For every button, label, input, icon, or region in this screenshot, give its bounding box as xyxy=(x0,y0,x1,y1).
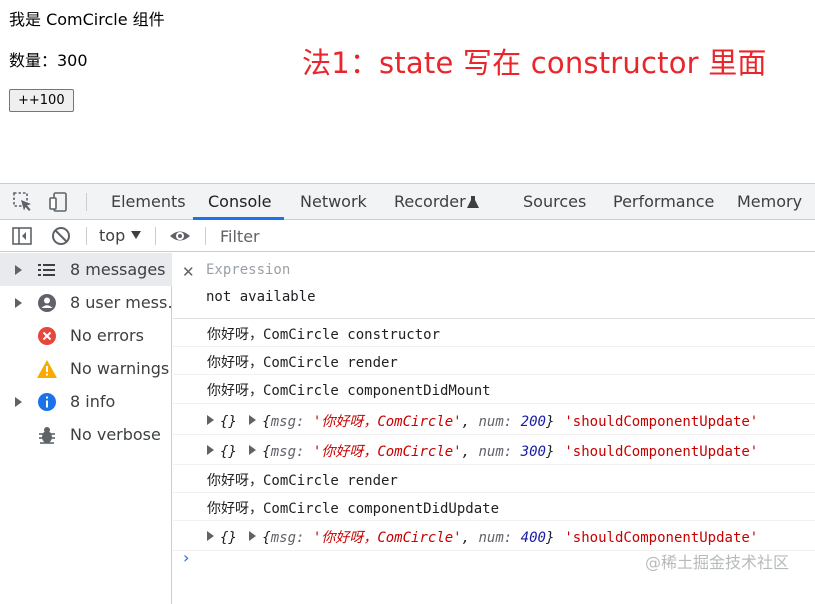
expand-arrow-icon[interactable] xyxy=(15,397,22,407)
toolbar-separator xyxy=(205,227,206,245)
object-key: num: xyxy=(478,414,513,430)
object-brace: {} xyxy=(220,530,237,546)
sidebar-item-label: 8 messages xyxy=(70,260,166,279)
live-expression: ✕ Expression not available xyxy=(173,253,815,319)
object-key: msg: xyxy=(270,530,305,546)
object-key: msg: xyxy=(270,414,305,430)
toolbar-separator xyxy=(155,227,156,245)
object-number-value: 300 xyxy=(520,444,546,460)
inspect-element-icon[interactable] xyxy=(12,191,34,213)
console-log-row: 你好呀，ComCircle constructor xyxy=(173,319,815,347)
object-string-value: '你好呀，ComCircle' xyxy=(312,530,462,546)
console-log-row: 你好呀，ComCircle componentDidUpdate xyxy=(173,493,815,521)
watermark-text: @稀土掘金技术社区 xyxy=(645,553,790,572)
close-icon[interactable]: ✕ xyxy=(182,263,195,281)
log-object[interactable]: {} {msg: '你好呀，ComCircle', num: 400}'shou… xyxy=(207,527,758,547)
sidebar-item-label: No errors xyxy=(70,326,144,345)
expand-arrow-icon[interactable] xyxy=(207,531,214,541)
user-icon xyxy=(38,294,56,312)
bug-icon xyxy=(39,427,55,444)
object-key: num: xyxy=(478,444,513,460)
tab-elements[interactable]: Elements xyxy=(111,184,186,220)
sidebar-item-messages[interactable]: 8 messages xyxy=(0,253,172,286)
eye-icon[interactable] xyxy=(169,225,191,247)
info-icon xyxy=(38,393,56,411)
log-text: 你好呀，ComCircle componentDidUpdate xyxy=(207,501,500,517)
expression-label: Expression xyxy=(206,262,291,278)
tab-performance[interactable]: Performance xyxy=(613,184,714,220)
tab-console[interactable]: Console xyxy=(208,184,272,220)
object-string-value: '你好呀，ComCircle' xyxy=(312,414,462,430)
expand-arrow-icon[interactable] xyxy=(249,531,257,541)
object-brace: {} xyxy=(220,444,237,460)
device-toolbar-icon[interactable] xyxy=(48,191,70,213)
expand-arrow-icon[interactable] xyxy=(249,415,257,425)
console-log-row: 你好呀，ComCircle render xyxy=(173,347,815,375)
log-string: 'shouldComponentUpdate' xyxy=(564,444,759,460)
console-toolbar: top xyxy=(0,220,815,252)
object-number-value: 200 xyxy=(520,414,546,430)
log-string: 'shouldComponentUpdate' xyxy=(564,530,759,546)
sidebar-item-warnings[interactable]: No warnings xyxy=(0,352,172,385)
sidebar-item-info[interactable]: 8 info xyxy=(0,385,172,418)
expression-value: not available xyxy=(206,289,316,305)
context-selector[interactable]: top xyxy=(99,220,125,252)
console-log-row: {} {msg: '你好呀，ComCircle', num: 200}'shou… xyxy=(173,404,815,435)
increment-button[interactable]: ++100 xyxy=(9,89,74,112)
expand-arrow-icon[interactable] xyxy=(249,445,257,455)
error-icon xyxy=(38,327,56,345)
tab-memory[interactable]: Memory xyxy=(737,184,802,220)
app-preview: 我是 ComCircle 组件 数量：300 ++100 法1：state 写在… xyxy=(0,0,815,183)
console-log-row: 你好呀，ComCircle render xyxy=(173,465,815,493)
console-log-row: 你好呀，ComCircle componentDidMount xyxy=(173,375,815,404)
object-string-value: '你好呀，ComCircle' xyxy=(312,444,462,460)
log-string: 'shouldComponentUpdate' xyxy=(564,414,759,430)
clear-console-icon[interactable] xyxy=(50,225,72,247)
component-title: 我是 ComCircle 组件 xyxy=(9,10,165,29)
console-log-row: {} {msg: '你好呀，ComCircle', num: 300}'shou… xyxy=(173,435,815,465)
sidebar-item-label: 8 user mess… xyxy=(70,293,184,312)
log-text: 你好呀，ComCircle render xyxy=(207,473,398,489)
log-text: 你好呀，ComCircle render xyxy=(207,355,398,371)
list-icon xyxy=(38,264,55,276)
annotation-text: 法1：state 写在 constructor 里面 xyxy=(302,46,767,80)
count-text: 数量：300 xyxy=(9,51,88,70)
tab-recorder[interactable]: Recorder xyxy=(394,184,466,220)
object-key: num: xyxy=(478,530,513,546)
expand-arrow-icon[interactable] xyxy=(15,265,22,275)
console-sidebar: 8 messages 8 user mess… No errors No war… xyxy=(0,253,183,604)
console-log-row: {} {msg: '你好呀，ComCircle', num: 400}'shou… xyxy=(173,521,815,551)
toolbar-separator xyxy=(86,227,87,245)
tab-sources[interactable]: Sources xyxy=(523,184,586,220)
log-object[interactable]: {} {msg: '你好呀，ComCircle', num: 200}'shou… xyxy=(207,411,758,431)
object-number-value: 400 xyxy=(520,530,546,546)
log-text: 你好呀，ComCircle constructor xyxy=(207,327,441,343)
warning-icon xyxy=(37,360,57,378)
console-prompt[interactable]: › xyxy=(183,548,189,567)
log-text: 你好呀，ComCircle componentDidMount xyxy=(207,383,491,399)
expand-arrow-icon[interactable] xyxy=(15,298,22,308)
sidebar-item-errors[interactable]: No errors xyxy=(0,319,172,352)
object-key: msg: xyxy=(270,444,305,460)
devtools-panel: Elements Console Network Recorder Source… xyxy=(0,183,815,604)
expand-arrow-icon[interactable] xyxy=(207,415,214,425)
sidebar-toggle-icon[interactable] xyxy=(11,225,33,247)
log-object[interactable]: {} {msg: '你好呀，ComCircle', num: 300}'shou… xyxy=(207,441,758,461)
flask-icon xyxy=(467,196,479,208)
filter-input[interactable] xyxy=(214,224,814,248)
chevron-down-icon[interactable] xyxy=(131,231,141,239)
sidebar-item-verbose[interactable]: No verbose xyxy=(0,418,172,451)
sidebar-item-label: No verbose xyxy=(70,425,161,444)
devtools-tabbar: Elements Console Network Recorder Source… xyxy=(0,184,815,220)
sidebar-item-label: No warnings xyxy=(70,359,170,378)
tabbar-separator xyxy=(86,193,87,211)
object-brace: {} xyxy=(220,414,237,430)
sidebar-item-label: 8 info xyxy=(70,392,116,411)
sidebar-item-user-messages[interactable]: 8 user mess… xyxy=(0,286,183,319)
tab-network[interactable]: Network xyxy=(300,184,367,220)
expand-arrow-icon[interactable] xyxy=(207,445,214,455)
